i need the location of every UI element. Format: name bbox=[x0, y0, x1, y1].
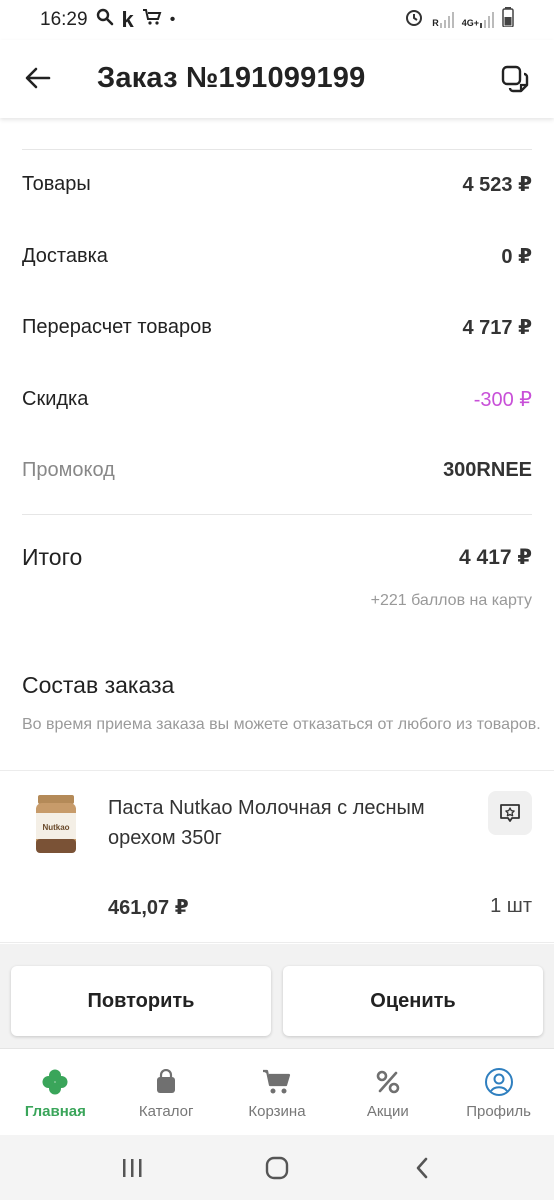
nav-item-promotions[interactable]: Акции bbox=[332, 1049, 443, 1135]
clover-icon bbox=[40, 1067, 70, 1097]
copy-icon bbox=[501, 65, 529, 93]
total-value: 4 417 ₽ bbox=[459, 546, 532, 569]
nav-label: Корзина bbox=[248, 1103, 306, 1120]
nav-label: Профиль bbox=[466, 1103, 531, 1120]
battery-icon bbox=[502, 7, 514, 33]
discount-label: Скидка bbox=[22, 388, 89, 410]
product-name: Паста Nutkao Молочная с лесным орехом 35… bbox=[108, 797, 425, 849]
app-header: Заказ №191099199 bbox=[0, 40, 554, 118]
bonus-points: +221 баллов на карту bbox=[370, 592, 532, 609]
home-circle-icon bbox=[265, 1156, 289, 1179]
cart-status-icon bbox=[142, 8, 162, 32]
alarm-icon bbox=[404, 7, 424, 33]
review-button[interactable] bbox=[488, 791, 532, 835]
bag-icon bbox=[151, 1067, 181, 1097]
delivery-row: Доставка 0 ₽ bbox=[22, 244, 532, 269]
signal-roaming-icon: R bbox=[432, 12, 454, 28]
nav-item-profile[interactable]: Профиль bbox=[443, 1049, 554, 1135]
goods-value: 4 523 ₽ bbox=[462, 174, 532, 196]
system-back-button[interactable] bbox=[402, 1148, 442, 1188]
divider bbox=[22, 149, 532, 150]
product-jar-label: Nutkao bbox=[42, 823, 69, 832]
action-bar: Повторить Оценить bbox=[0, 944, 554, 1048]
nav-item-catalog[interactable]: Каталог bbox=[111, 1049, 222, 1135]
copy-order-button[interactable] bbox=[498, 62, 532, 96]
promo-value: 300RNEE bbox=[443, 459, 532, 481]
profile-icon bbox=[484, 1067, 514, 1097]
discount-value: -300 ₽ bbox=[473, 389, 532, 411]
star-chat-icon bbox=[500, 804, 520, 822]
divider bbox=[22, 514, 532, 515]
nav-item-home[interactable]: Главная bbox=[0, 1049, 111, 1135]
order-contents-note: Во время приема заказа вы можете отказат… bbox=[22, 716, 541, 733]
arrow-left-icon bbox=[25, 67, 51, 89]
recent-apps-icon bbox=[123, 1158, 142, 1177]
nav-label: Главная bbox=[24, 1103, 86, 1120]
list-item[interactable]: Nutkao Паста Nutkao Молочная с лесным ор… bbox=[0, 770, 554, 943]
goods-row: Товары 4 523 ₽ bbox=[22, 172, 532, 197]
back-button[interactable] bbox=[22, 62, 54, 94]
recalc-value: 4 717 ₽ bbox=[462, 317, 532, 339]
notification-dot: • bbox=[169, 11, 176, 28]
delivery-value: 0 ₽ bbox=[501, 246, 532, 268]
chevron-left-icon bbox=[416, 1157, 427, 1178]
order-contents-title: Состав заказа bbox=[22, 672, 175, 698]
goods-label: Товары bbox=[22, 173, 91, 195]
promo-row: Промокод 300RNEE bbox=[22, 459, 532, 482]
percent-icon bbox=[373, 1067, 403, 1097]
k-app-icon: k bbox=[121, 7, 134, 32]
recalc-row: Перерасчет товаров 4 717 ₽ bbox=[22, 315, 532, 340]
repeat-order-button[interactable]: Повторить bbox=[11, 966, 271, 1036]
product-price: 461,07 ₽ bbox=[108, 897, 189, 919]
status-bar: 16:29 k • R 4G+ bbox=[0, 0, 554, 40]
total-row: Итого 4 417 ₽ bbox=[22, 544, 532, 571]
system-nav-bar bbox=[0, 1135, 554, 1200]
total-label: Итого bbox=[22, 544, 83, 570]
promo-label: Промокод bbox=[22, 459, 115, 481]
cart-icon bbox=[262, 1067, 292, 1097]
home-button[interactable] bbox=[257, 1148, 297, 1188]
nav-item-cart[interactable]: Корзина bbox=[222, 1049, 333, 1135]
bottom-nav: Главная Каталог Корзина Акции Профиль bbox=[0, 1048, 554, 1135]
recalc-label: Перерасчет товаров bbox=[22, 316, 212, 338]
search-icon bbox=[96, 8, 114, 32]
delivery-label: Доставка bbox=[22, 245, 108, 267]
product-image: Nutkao bbox=[30, 793, 82, 857]
nav-label: Акции bbox=[366, 1103, 409, 1120]
status-time: 16:29 bbox=[40, 9, 88, 30]
nav-label: Каталог bbox=[138, 1103, 194, 1120]
product-quantity: 1 шт bbox=[490, 895, 532, 917]
page-title: Заказ №191099199 bbox=[97, 62, 366, 94]
rate-order-button[interactable]: Оценить bbox=[283, 966, 543, 1036]
network-4g-icon: 4G+ bbox=[462, 12, 494, 28]
discount-row: Скидка -300 ₽ bbox=[22, 387, 532, 412]
recent-apps-button[interactable] bbox=[112, 1148, 152, 1188]
